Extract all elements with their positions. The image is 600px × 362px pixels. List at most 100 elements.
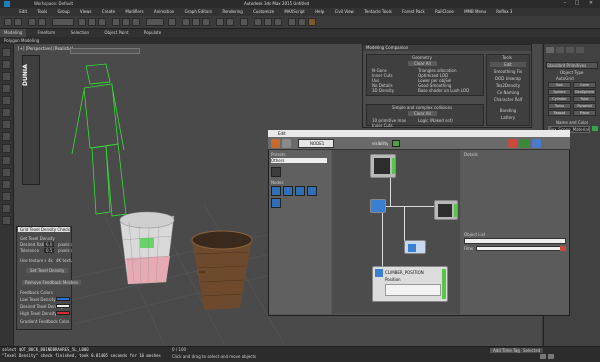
tab-object-paint[interactable]: Object Paint xyxy=(100,29,132,37)
tool-edit-button[interactable]: Edit xyxy=(490,62,526,67)
menu-customize[interactable]: Customize xyxy=(253,8,274,16)
schematic-icon[interactable] xyxy=(264,18,272,26)
teapot-button[interactable]: Teapot xyxy=(548,110,571,116)
tool-8-icon[interactable] xyxy=(2,132,11,141)
menu-forest-pack[interactable]: Forest Pack xyxy=(402,8,425,16)
mirror-icon[interactable] xyxy=(216,18,224,26)
filter-input[interactable] xyxy=(476,246,566,251)
graph-run-icon[interactable] xyxy=(520,139,529,148)
tool-6-icon[interactable] xyxy=(2,108,11,117)
menu-graph-editors[interactable]: Graph Editors xyxy=(185,8,212,16)
graph-node-2[interactable] xyxy=(370,199,386,213)
tool-3-icon[interactable] xyxy=(2,72,11,81)
menu-maxscript[interactable]: MAXScript xyxy=(284,8,305,16)
tube-button[interactable]: Tube xyxy=(573,96,596,102)
menu-reflex[interactable]: Reflex 3 xyxy=(496,8,512,16)
curve-editor-icon[interactable] xyxy=(254,18,262,26)
gradient-feedback-checkbox[interactable]: Gradient Feedback Color xyxy=(20,319,69,324)
pyramid-button[interactable]: Pyramid xyxy=(573,103,596,109)
tool-smoothing-button[interactable]: Smoothing Fix xyxy=(490,69,526,74)
add-time-tag-button[interactable]: Add Time Tag xyxy=(490,348,523,353)
select-icon[interactable] xyxy=(78,18,86,26)
snap-icon[interactable] xyxy=(182,18,190,26)
tolerance-field[interactable]: 0.5 xyxy=(44,248,55,253)
menu-group[interactable]: Group xyxy=(57,8,69,16)
create-tab-icon[interactable] xyxy=(546,47,554,53)
menu-edit[interactable]: Edit xyxy=(19,8,27,16)
unlink-icon[interactable] xyxy=(38,18,46,26)
menu-animation[interactable]: Animation xyxy=(154,8,174,16)
hierarchy-tab-icon[interactable] xyxy=(566,47,574,53)
clear-all-button[interactable]: Clear All xyxy=(408,61,437,66)
link-icon[interactable] xyxy=(28,18,36,26)
tab-modeling[interactable]: Modeling xyxy=(0,29,27,37)
clear-all-collisions-button[interactable]: Clear All xyxy=(408,111,437,116)
next-frame-icon[interactable] xyxy=(548,354,554,359)
low-density-swatch[interactable] xyxy=(56,297,70,301)
align-icon[interactable] xyxy=(226,18,234,26)
tool-2-icon[interactable] xyxy=(2,60,11,69)
geosphere-button[interactable]: GeoSphere xyxy=(573,89,596,95)
tool-character-button[interactable]: Character Rolf xyxy=(490,97,526,102)
box-button[interactable]: Box xyxy=(548,82,571,88)
angle-snap-icon[interactable] xyxy=(192,18,200,26)
render-frame-icon[interactable] xyxy=(298,18,306,26)
node-type-2-icon[interactable] xyxy=(283,186,293,196)
menu-civil-view[interactable]: Civil View xyxy=(335,8,354,16)
graph-new-icon[interactable] xyxy=(271,139,280,148)
maximize-icon[interactable]: □ xyxy=(572,1,582,7)
desired-density-swatch[interactable] xyxy=(56,304,70,308)
move-icon[interactable] xyxy=(112,18,120,26)
node-3-port[interactable] xyxy=(454,204,457,217)
primitives-dropdown[interactable]: Standard Primitives xyxy=(546,62,598,69)
graph-node-position[interactable]: CLIMBER_POSITION Position xyxy=(372,266,448,302)
tool-naming-button[interactable]: Ce Naming xyxy=(490,90,526,95)
rect-select-icon[interactable] xyxy=(98,18,106,26)
tool-4-icon[interactable] xyxy=(2,84,11,93)
menu-mmb-menu[interactable]: MMB Menu xyxy=(464,8,486,16)
tool-11-icon[interactable] xyxy=(2,168,11,177)
modify-tab-icon[interactable] xyxy=(556,47,564,53)
tool-5-icon[interactable] xyxy=(2,96,11,105)
remove-feedback-button[interactable]: Remove Feedback Meshes xyxy=(22,280,81,285)
visibility-label[interactable]: visibility xyxy=(372,141,388,146)
check-logic-naked[interactable]: Logic (Naked set) xyxy=(418,118,453,123)
check-base-shader[interactable]: Base shader on Lush LOD xyxy=(418,88,469,93)
tab-selection[interactable]: Selection xyxy=(67,29,93,37)
reference-coord-dropdown[interactable] xyxy=(146,18,164,26)
redo-icon[interactable] xyxy=(14,18,22,26)
menu-tools[interactable]: Tools xyxy=(37,8,47,16)
menu-modifiers[interactable]: Modifiers xyxy=(125,8,143,16)
tool-1-icon[interactable] xyxy=(2,48,11,57)
visibility-toggle[interactable] xyxy=(392,140,400,147)
tool-14-icon[interactable] xyxy=(2,204,11,213)
tool-dod-unwrap-button[interactable]: DOD Unwrap xyxy=(490,76,526,81)
set-texel-button[interactable]: Set Texel Density xyxy=(26,268,69,273)
select-by-name-icon[interactable] xyxy=(88,18,96,26)
render-setup-icon[interactable] xyxy=(288,18,296,26)
check-collision-inner-cuts[interactable]: Inner Cuts xyxy=(372,123,393,128)
graph-debug-icon[interactable] xyxy=(532,139,541,148)
layer-icon[interactable] xyxy=(240,18,248,26)
percent-snap-icon[interactable] xyxy=(202,18,210,26)
object-list-box[interactable] xyxy=(464,238,566,244)
scale-icon[interactable] xyxy=(132,18,140,26)
tool-10-icon[interactable] xyxy=(2,156,11,165)
graph-open-icon[interactable] xyxy=(282,139,291,148)
high-density-swatch[interactable] xyxy=(56,311,70,315)
node-type-4-icon[interactable] xyxy=(307,186,317,196)
tool-banding-button[interactable]: Banding xyxy=(490,108,526,113)
play-icon[interactable] xyxy=(540,354,546,359)
graph-stop-icon[interactable] xyxy=(508,139,517,148)
material-editor-icon[interactable] xyxy=(274,18,282,26)
tool-tex2density-button[interactable]: Tex2Density xyxy=(490,83,526,88)
position-node-port[interactable] xyxy=(442,269,446,299)
character-wireframe[interactable] xyxy=(71,63,127,217)
torus-button[interactable]: Torus xyxy=(548,103,571,109)
selection-filter-dropdown[interactable] xyxy=(52,18,74,26)
filter-clear-icon[interactable] xyxy=(560,246,566,251)
menu-rendering[interactable]: Rendering xyxy=(222,8,242,16)
texture-width-field[interactable]: 4k xyxy=(48,258,53,263)
autogrid-checkbox[interactable]: AutoGrid xyxy=(556,76,574,81)
tool-13-icon[interactable] xyxy=(2,192,11,201)
